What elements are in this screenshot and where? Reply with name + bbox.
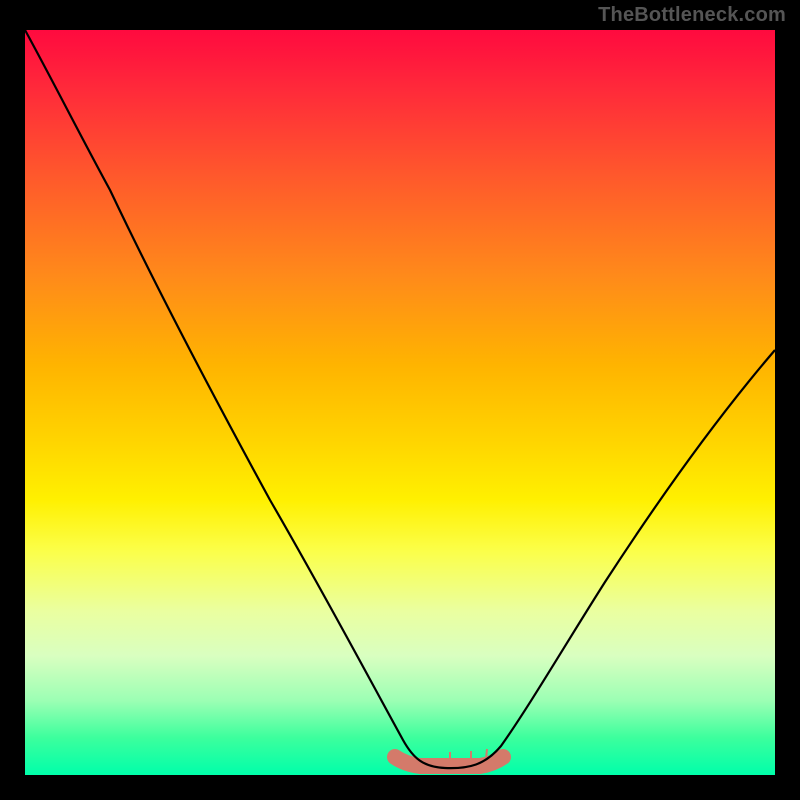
plot-area <box>25 30 775 775</box>
bottleneck-curve <box>25 30 775 768</box>
chart-frame: TheBottleneck.com <box>0 0 800 800</box>
watermark-text: TheBottleneck.com <box>598 4 786 27</box>
curve-svg <box>25 30 775 775</box>
